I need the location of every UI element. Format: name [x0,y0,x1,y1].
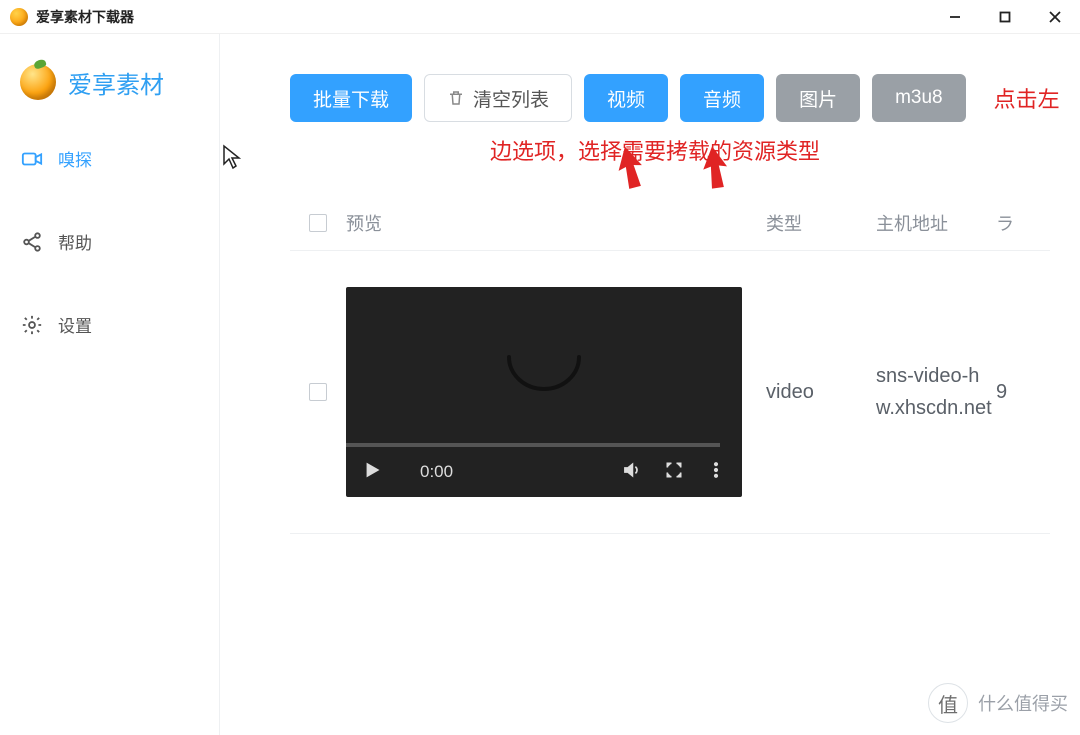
toolbar: 批量下载 清空列表 视频 音频 图片 m3u8 点击左 [290,74,1050,122]
filter-video-button[interactable]: 视频 [584,74,668,122]
select-all-checkbox[interactable] [309,214,327,232]
table-row[interactable]: 0:00 [290,251,1050,534]
hint-text-line2: 边选项，选择需要拷载的资源类型 [490,134,1050,166]
row-type: video [766,381,876,404]
col-last: ラ [996,210,1050,236]
batch-download-button[interactable]: 批量下载 [290,74,412,122]
window-title: 爱享素材下载器 [36,7,134,27]
sidebar-item-settings[interactable]: 设置 [0,296,219,353]
results-table: 预览 类型 主机地址 ラ [290,202,1050,534]
sidebar-item-sniff[interactable]: 嗅探 [0,130,219,187]
progress-bar[interactable] [346,443,720,447]
filter-image-button[interactable]: 图片 [776,74,860,122]
content-area: 批量下载 清空列表 视频 音频 图片 m3u8 点击左 边选项，选择需要拷载的资… [220,34,1080,735]
window-controls [930,0,1080,34]
fullscreen-icon[interactable] [664,460,684,485]
loading-spinner-icon [489,337,599,413]
col-preview: 预览 [346,210,766,236]
clear-list-label: 清空列表 [473,85,549,112]
player-controls: 0:00 [346,447,742,497]
trash-icon [447,89,465,107]
watermark-badge-icon: 值 [928,683,968,723]
filter-audio-button[interactable]: 音频 [680,74,764,122]
video-preview[interactable]: 0:00 [346,287,742,497]
col-host: 主机地址 [876,210,996,236]
row-last: 9 [996,381,1050,404]
title-bar: 爱享素材下载器 [0,0,1080,34]
app-icon [10,8,28,26]
share-icon [20,230,44,254]
sidebar: 爱享素材 嗅探 帮助 设置 [0,34,220,735]
play-icon[interactable] [362,460,382,485]
gear-icon [20,313,44,337]
col-type: 类型 [766,210,876,236]
maximize-button[interactable] [980,0,1030,34]
clear-list-button[interactable]: 清空列表 [424,74,572,122]
sidebar-item-label: 设置 [58,312,92,337]
minimize-button[interactable] [930,0,980,34]
brand-logo-icon [20,64,56,100]
row-host: sns-video-hw.xhscdn.net [876,360,996,424]
table-header: 预览 类型 主机地址 ラ [290,202,1050,251]
sidebar-item-help[interactable]: 帮助 [0,213,219,270]
watermark-text: 什么值得买 [978,690,1068,716]
brand: 爱享素材 [0,64,219,130]
player-time: 0:00 [420,462,453,482]
close-button[interactable] [1030,0,1080,34]
sidebar-item-label: 帮助 [58,229,92,254]
hint-text-line1: 点击左 [994,82,1060,114]
brand-name: 爱享素材 [68,65,164,100]
filter-m3u8-button[interactable]: m3u8 [872,74,966,122]
volume-icon[interactable] [622,460,642,485]
sidebar-item-label: 嗅探 [58,146,92,171]
row-checkbox[interactable] [309,383,327,401]
more-icon[interactable] [706,460,726,485]
main-layout: 爱享素材 嗅探 帮助 设置 批量下载 [0,34,1080,735]
camera-icon [20,147,44,171]
watermark: 值 什么值得买 [928,683,1068,723]
